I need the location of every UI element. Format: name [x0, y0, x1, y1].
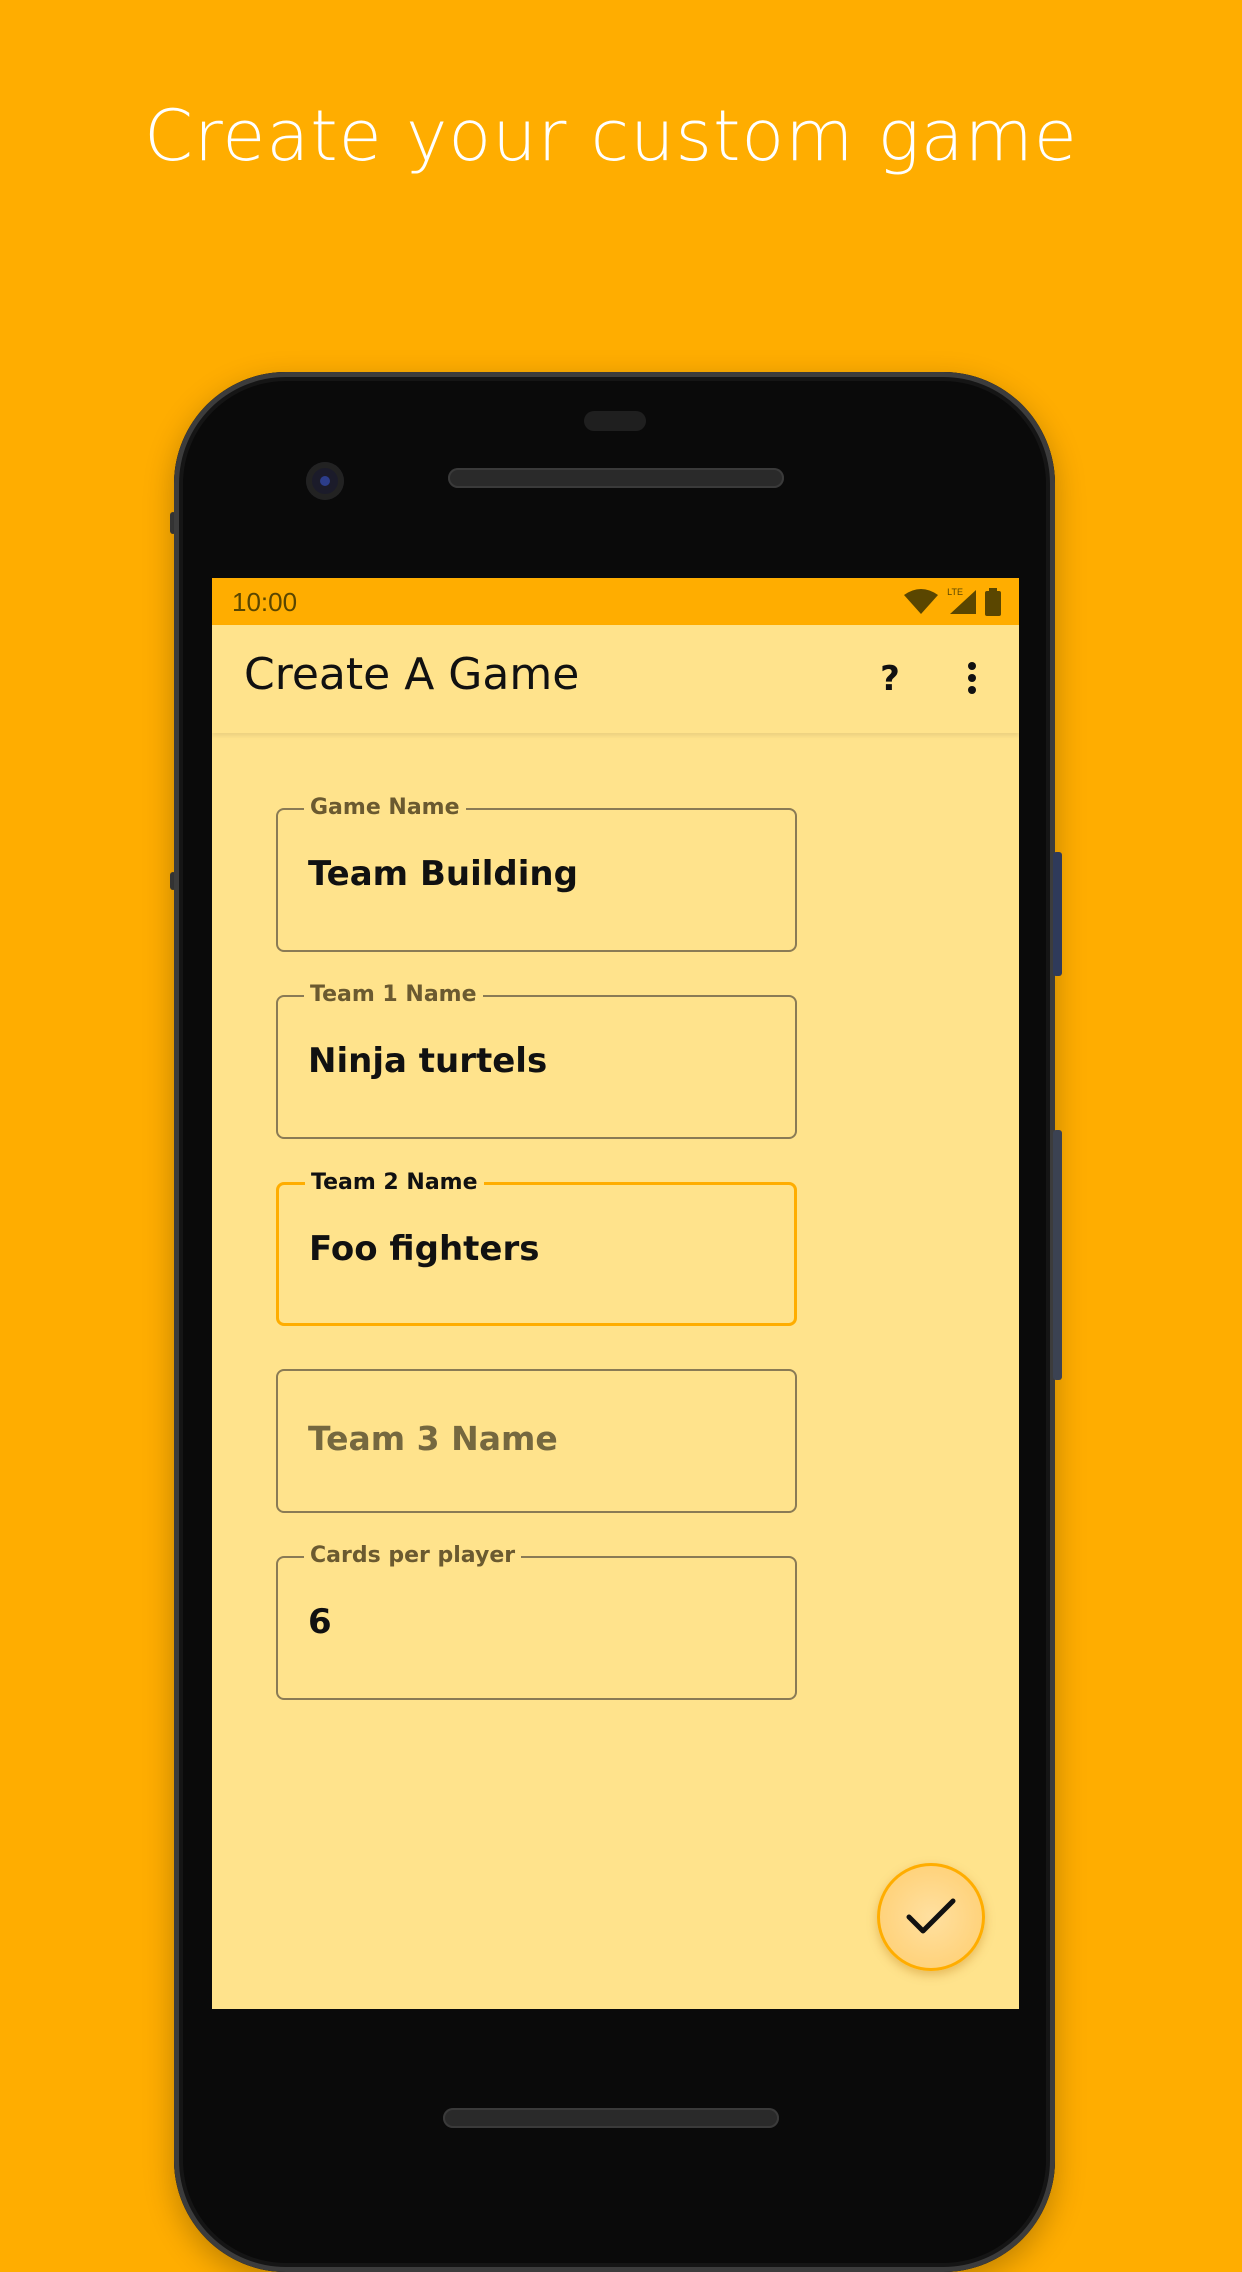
team1-name-label: Team 1 Name — [304, 982, 483, 1008]
team2-name-field[interactable]: Team 2 Name Foo fighters — [276, 1170, 797, 1326]
more-menu-button[interactable] — [952, 653, 992, 703]
battery-icon — [985, 588, 1001, 616]
help-button[interactable]: ? — [868, 657, 912, 701]
promo-headline: Create your custom game — [144, 95, 1078, 177]
page-title: Create A Game — [244, 649, 580, 700]
team3-name-placeholder: Team 3 Name — [308, 1419, 558, 1458]
team2-name-label: Team 2 Name — [305, 1170, 484, 1196]
check-icon — [906, 1898, 956, 1934]
phone-earpiece — [448, 468, 784, 488]
confirm-button[interactable] — [877, 1863, 985, 1971]
team1-name-field[interactable]: Team 1 Name Ninja turtels — [276, 982, 797, 1139]
status-bar: 10:00 LTE — [212, 578, 1019, 625]
phone-speaker — [443, 2108, 779, 2128]
phone-volume-button — [1053, 1130, 1062, 1380]
game-name-label: Game Name — [304, 795, 466, 821]
team2-name-value: Foo fighters — [309, 1229, 540, 1269]
team3-name-field[interactable]: Team 3 Name — [276, 1369, 797, 1513]
status-icons: LTE — [903, 586, 1001, 618]
phone-power-button — [1053, 852, 1062, 976]
status-time: 10:00 — [232, 587, 298, 617]
more-vert-icon — [968, 662, 976, 694]
cards-per-player-value: 6 — [308, 1602, 332, 1642]
cards-per-player-field[interactable]: Cards per player 6 — [276, 1543, 797, 1700]
wifi-icon — [904, 589, 939, 614]
team1-name-value: Ninja turtels — [308, 1041, 548, 1081]
game-name-field[interactable]: Game Name Team Building — [276, 795, 797, 952]
game-name-value: Team Building — [308, 854, 578, 894]
phone-sensor — [584, 411, 646, 431]
lte-label: LTE — [947, 587, 963, 597]
app-bar: Create A Game ? — [212, 625, 1019, 733]
cards-per-player-label: Cards per player — [304, 1543, 522, 1569]
app-screen: 10:00 LTE Create A Game ? Game Name Team… — [212, 578, 1019, 2009]
front-camera — [306, 462, 344, 500]
